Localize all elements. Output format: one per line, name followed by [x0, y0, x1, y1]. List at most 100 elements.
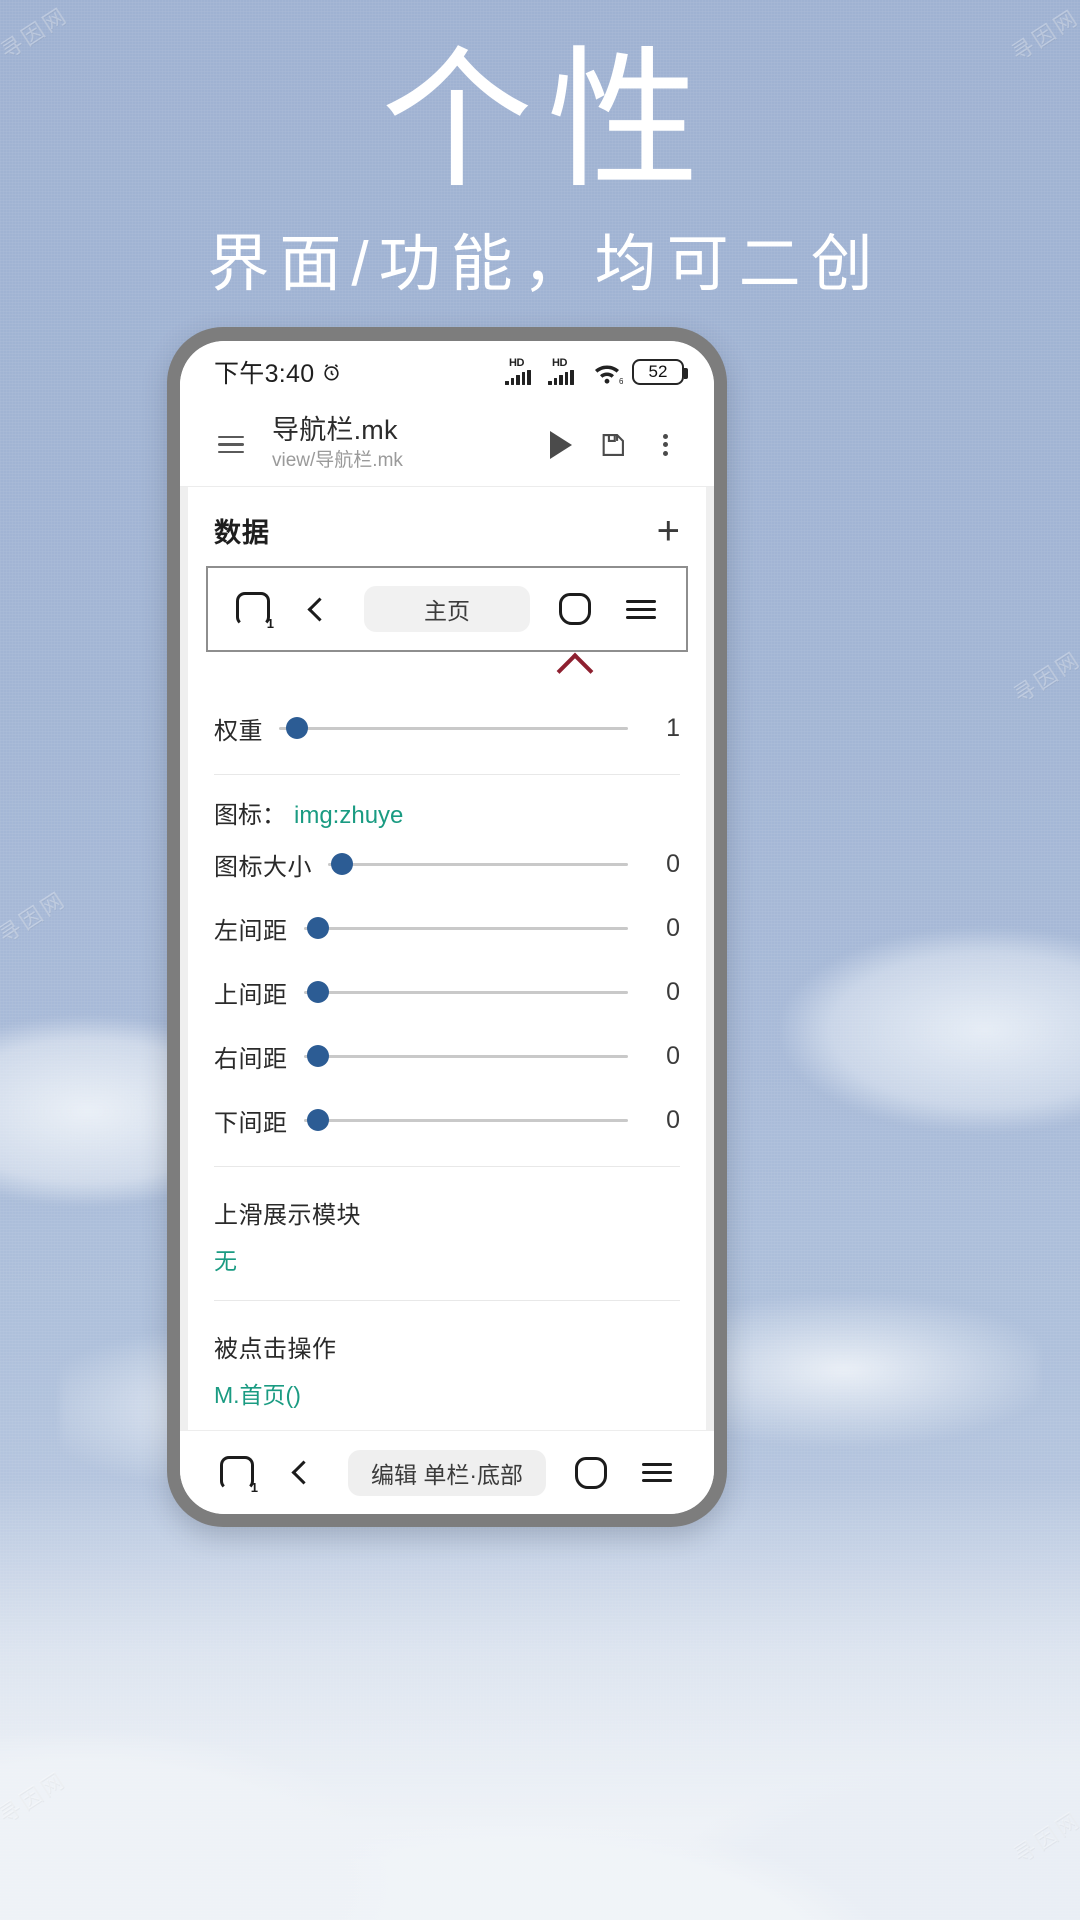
slider-rail [328, 862, 628, 866]
hamburger-menu-icon [218, 431, 244, 459]
recent-apps-badge: 1 [250, 1479, 258, 1495]
file-path: view/导航栏.mk [272, 450, 403, 472]
navbar-preview[interactable]: 1 主页 [206, 566, 688, 652]
collapse-indicator-row [188, 652, 706, 696]
preview-home-button[interactable] [544, 593, 606, 625]
slider-row-padding-top[interactable]: 上间距 0 [188, 960, 706, 1024]
slider-value: 0 [666, 849, 680, 878]
status-time-group: 下午3:40 [214, 354, 342, 390]
system-back-button[interactable] [272, 1460, 334, 1485]
hamburger-menu-icon [626, 595, 656, 624]
preview-menu-button[interactable] [610, 595, 672, 624]
header-titles: 导航栏.mk view/导航栏.mk [272, 415, 538, 474]
back-chevron-icon [290, 1460, 316, 1485]
slider-knob[interactable] [306, 981, 329, 1003]
slider-track[interactable] [303, 979, 628, 1005]
phone-frame: 下午3:40 HD HD 6 52 导航栏.mk view/导航栏.mk 数据 … [167, 327, 727, 1527]
icon-field-value[interactable]: img:zhuye [294, 802, 403, 830]
slider-knob[interactable] [331, 853, 353, 875]
system-recent-apps-button[interactable]: 1 [206, 1455, 268, 1495]
slider-knob[interactable] [306, 917, 329, 939]
save-icon [602, 433, 624, 456]
header-actions [538, 422, 688, 468]
slider-row-padding-right[interactable]: 右间距 0 [188, 1024, 706, 1088]
system-menu-button[interactable] [626, 1458, 688, 1487]
home-icon [575, 1456, 607, 1489]
slider-rail [303, 990, 628, 994]
more-vertical-icon [662, 430, 668, 459]
slider-track[interactable] [279, 715, 628, 741]
home-icon [559, 593, 591, 625]
hamburger-menu-icon [642, 1458, 672, 1487]
chevron-up-icon[interactable] [556, 652, 594, 690]
wifi-icon: 6 [591, 359, 624, 386]
alarm-clock-icon [321, 362, 342, 383]
slider-value: 0 [666, 1105, 680, 1134]
slider-knob[interactable] [306, 1109, 329, 1131]
icon-field-row[interactable]: 图标： img:zhuye [188, 789, 706, 832]
slider-label: 上间距 [214, 981, 288, 1009]
slider-row-padding-left[interactable]: 左间距 0 [188, 896, 706, 960]
slider-label: 图标大小 [214, 853, 312, 881]
section-title: 数据 [214, 518, 270, 548]
slider-label: 下间距 [214, 1109, 288, 1137]
slider-row-weight[interactable]: 权重 1 [188, 696, 706, 760]
system-home-button[interactable] [560, 1456, 622, 1489]
preview-home-pill[interactable]: 主页 [364, 586, 530, 632]
slider-value: 0 [666, 913, 680, 942]
slider-knob[interactable] [285, 717, 308, 739]
drawer-menu-button[interactable] [208, 422, 254, 468]
block-title: 被点击操作 [214, 1336, 337, 1363]
section-header: 数据 + [188, 487, 706, 566]
signal-icon-1: HD [505, 357, 539, 385]
editor-content: 数据 + 1 主页 权重 1 图标： img:zhuye 图标大小 0 左间距 … [180, 487, 714, 1430]
slider-label: 左间距 [214, 917, 288, 945]
status-icons: HD HD 6 52 [505, 357, 688, 386]
divider [214, 1300, 680, 1301]
play-icon [550, 430, 572, 459]
preview-back-button[interactable] [288, 596, 350, 622]
back-chevron-icon [306, 596, 332, 622]
block-title: 上滑展示模块 [214, 1202, 361, 1229]
slider-track[interactable] [303, 915, 628, 941]
divider [214, 1166, 680, 1167]
slider-rail [303, 1054, 628, 1058]
block-swipe-module[interactable]: 上滑展示模块 无 [188, 1181, 706, 1286]
battery-level: 52 [648, 362, 668, 381]
status-bar: 下午3:40 HD HD 6 52 [180, 341, 714, 403]
slider-row-padding-bottom[interactable]: 下间距 0 [188, 1088, 706, 1152]
slider-value: 0 [666, 1041, 680, 1070]
slider-rail [303, 1118, 628, 1122]
system-status-pill[interactable]: 编辑 单栏·底部 [348, 1449, 546, 1496]
phone-screen: 下午3:40 HD HD 6 52 导航栏.mk view/导航栏.mk 数据 … [180, 341, 714, 1514]
slider-track[interactable] [303, 1107, 628, 1133]
slider-rail [303, 926, 628, 930]
overflow-menu-button[interactable] [642, 422, 688, 468]
save-button[interactable] [590, 422, 636, 468]
slider-track[interactable] [328, 851, 628, 877]
slider-knob[interactable] [306, 1045, 329, 1067]
add-item-button[interactable]: + [657, 511, 680, 551]
slider-label: 权重 [214, 717, 263, 745]
status-time: 下午3:40 [214, 360, 315, 388]
run-button[interactable] [538, 422, 584, 468]
recent-apps-icon: 1 [236, 592, 274, 631]
recent-apps-badge: 1 [266, 616, 274, 631]
svg-text:6: 6 [619, 377, 623, 385]
signal-hd-label-1: HD [509, 357, 525, 369]
preview-recent-apps-button[interactable]: 1 [222, 592, 284, 631]
block-value[interactable]: 无 [214, 1242, 680, 1276]
icon-field-label: 图标： [214, 802, 286, 829]
slider-rail [279, 726, 628, 730]
block-click-action[interactable]: 被点击操作 M.首页() [188, 1315, 706, 1420]
properties-card: 数据 + 1 主页 权重 1 图标： img:zhuye 图标大小 0 左间距 … [188, 487, 706, 1430]
battery-icon: 52 [632, 359, 688, 385]
block-value[interactable]: M.首页() [214, 1376, 680, 1410]
slider-track[interactable] [303, 1043, 628, 1069]
slider-row-icon-size[interactable]: 图标大小 0 [188, 832, 706, 896]
app-header: 导航栏.mk view/导航栏.mk [180, 403, 714, 487]
divider [214, 774, 680, 775]
file-title: 导航栏.mk [272, 415, 398, 446]
slider-label: 右间距 [214, 1045, 288, 1073]
slider-value: 1 [666, 713, 680, 742]
